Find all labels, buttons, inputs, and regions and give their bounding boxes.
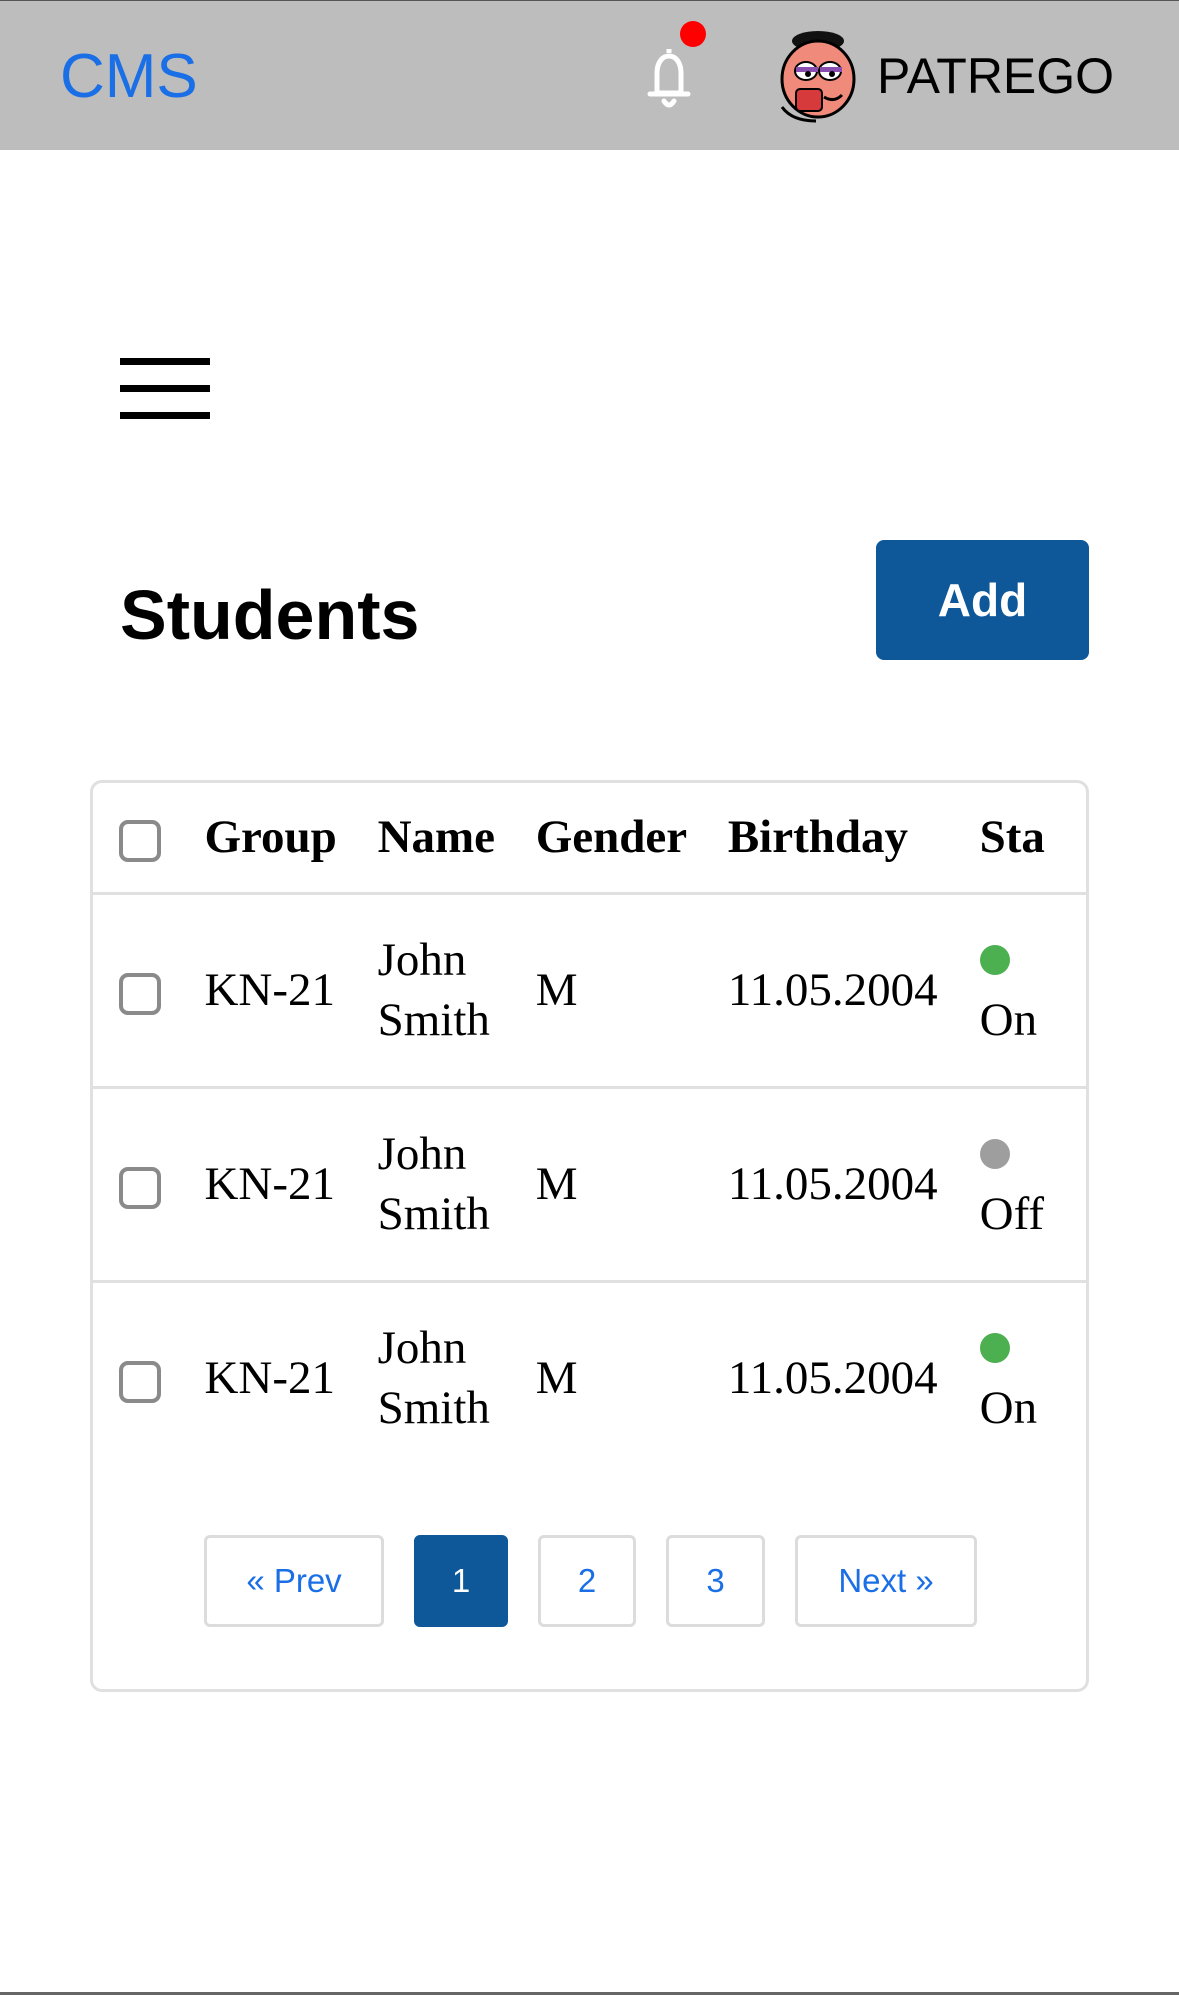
cell-status: Off bbox=[979, 1087, 1086, 1281]
pagination: « Prev 1 2 3 Next » bbox=[93, 1535, 1086, 1635]
hamburger-menu-icon[interactable] bbox=[120, 358, 210, 422]
status-text: Off bbox=[979, 1188, 1045, 1240]
table-row: KN-21 John Smith M 11.05.2004 Off bbox=[93, 1087, 1086, 1281]
name-first: John bbox=[377, 1128, 467, 1180]
cell-status: On bbox=[979, 893, 1086, 1087]
page-button-3[interactable]: 3 bbox=[666, 1535, 765, 1627]
menu-line bbox=[120, 358, 210, 365]
table-row: KN-21 John Smith M 11.05.2004 On bbox=[93, 1281, 1086, 1473]
cell-gender: M bbox=[535, 964, 578, 1016]
table-header-row: Group Name Gender Birthday Sta bbox=[93, 783, 1086, 893]
students-table: Group Name Gender Birthday Sta KN-21 Joh… bbox=[93, 783, 1086, 1473]
cell-name: John Smith bbox=[378, 1281, 536, 1473]
status-dot bbox=[979, 945, 1010, 975]
notification-dot bbox=[680, 21, 706, 47]
cell-birthday: 11.05.2004 bbox=[727, 1158, 938, 1210]
cell-group: KN-21 bbox=[204, 1158, 335, 1210]
avatar[interactable] bbox=[772, 27, 864, 123]
menu-line bbox=[120, 412, 210, 419]
column-header-name: Name bbox=[377, 811, 496, 864]
username[interactable]: PATREGO bbox=[877, 46, 1114, 106]
column-header-group: Group bbox=[204, 811, 337, 864]
cell-name: John Smith bbox=[378, 893, 536, 1087]
column-header-status: Sta bbox=[979, 811, 1045, 864]
row-checkbox[interactable] bbox=[119, 1167, 161, 1210]
table-row: KN-21 John Smith M 11.05.2004 On bbox=[93, 893, 1086, 1087]
status-text: On bbox=[979, 994, 1038, 1046]
cell-birthday: 11.05.2004 bbox=[727, 964, 938, 1016]
menu-line bbox=[120, 385, 210, 392]
bell-icon[interactable] bbox=[638, 43, 700, 115]
status-dot bbox=[979, 1139, 1010, 1169]
table-scroll-area[interactable]: Group Name Gender Birthday Sta KN-21 Joh… bbox=[93, 783, 1086, 1473]
row-checkbox-cell bbox=[93, 893, 204, 1087]
cell-birthday: 11.05.2004 bbox=[727, 1352, 938, 1404]
page-title: Students bbox=[120, 576, 420, 654]
column-header-birthday: Birthday bbox=[727, 811, 909, 864]
cell-group: KN-21 bbox=[204, 964, 335, 1016]
page-button-1[interactable]: 1 bbox=[414, 1535, 508, 1627]
row-checkbox-cell bbox=[93, 1281, 204, 1473]
name-last: Smith bbox=[377, 1382, 490, 1434]
name-first: John bbox=[377, 1322, 467, 1374]
cell-group: KN-21 bbox=[204, 1352, 335, 1404]
add-student-button[interactable]: Add bbox=[876, 540, 1089, 660]
brand-link[interactable]: CMS bbox=[60, 41, 198, 113]
cell-gender: M bbox=[535, 1352, 578, 1404]
status-text: On bbox=[979, 1382, 1038, 1434]
cell-gender: M bbox=[535, 1158, 578, 1210]
prev-page-button[interactable]: « Prev bbox=[204, 1535, 384, 1627]
column-header-gender: Gender bbox=[535, 811, 688, 864]
page-button-2[interactable]: 2 bbox=[538, 1535, 636, 1627]
name-last: Smith bbox=[377, 994, 490, 1046]
select-all-checkbox[interactable] bbox=[119, 820, 161, 863]
row-checkbox-cell bbox=[93, 1087, 204, 1281]
row-checkbox[interactable] bbox=[119, 973, 161, 1016]
top-bar: CMS PATREGO bbox=[0, 0, 1179, 150]
name-last: Smith bbox=[377, 1188, 490, 1240]
status-dot bbox=[979, 1333, 1010, 1363]
next-page-button[interactable]: Next » bbox=[795, 1535, 977, 1627]
cell-status: On bbox=[979, 1281, 1086, 1473]
students-table-card: Group Name Gender Birthday Sta KN-21 Joh… bbox=[90, 780, 1089, 1692]
name-first: John bbox=[377, 934, 467, 986]
cell-name: John Smith bbox=[378, 1087, 536, 1281]
header-checkbox-cell bbox=[93, 783, 204, 893]
row-checkbox[interactable] bbox=[119, 1361, 161, 1404]
